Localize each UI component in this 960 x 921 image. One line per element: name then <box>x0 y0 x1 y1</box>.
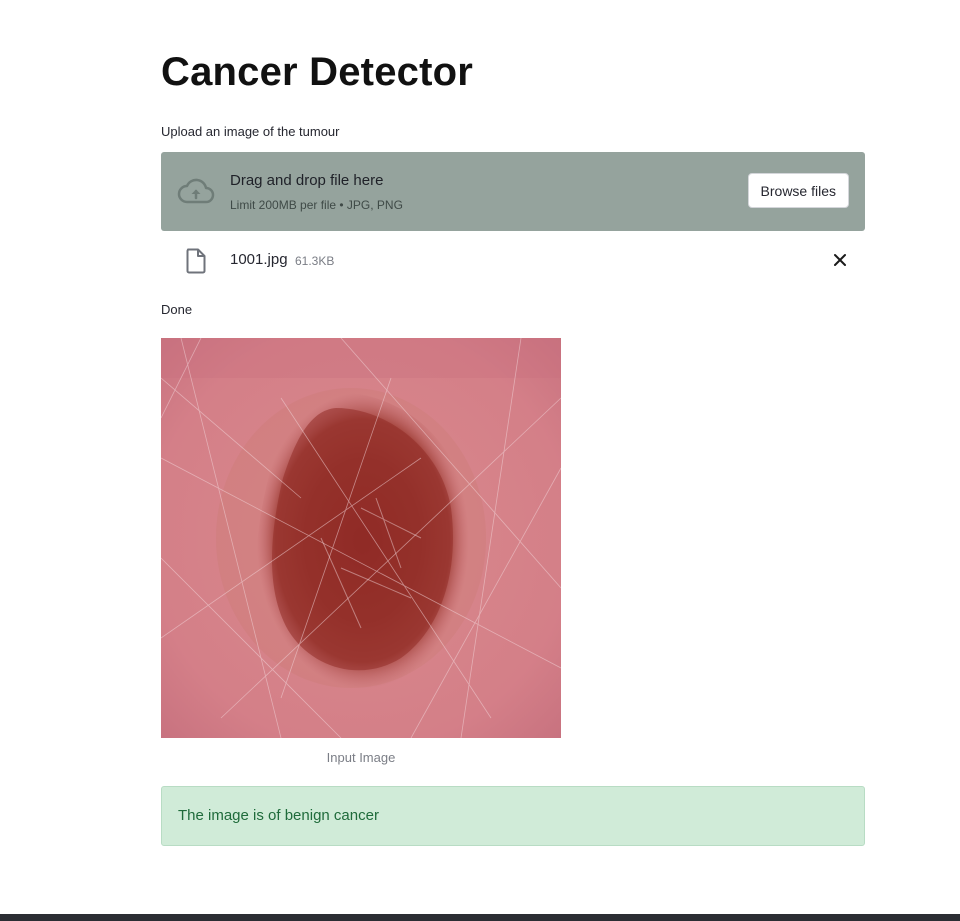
uploaded-file-size: 61.3KB <box>295 254 335 268</box>
cloud-upload-icon <box>177 176 215 206</box>
result-success-alert: The image is of benign cancer <box>161 786 865 846</box>
browse-files-button[interactable]: Browse files <box>747 173 849 208</box>
page-title: Cancer Detector <box>161 50 474 94</box>
bottom-edge-bar <box>0 914 960 921</box>
file-dropzone[interactable]: Drag and drop file here Limit 200MB per … <box>161 152 865 231</box>
uploaded-file-row: 1001.jpg 61.3KB <box>161 240 865 280</box>
app-page: Cancer Detector Upload an image of the t… <box>0 0 960 921</box>
uploaded-file-name: 1001.jpg <box>230 251 288 268</box>
close-icon <box>834 254 846 266</box>
dropzone-instruction: Drag and drop file here <box>230 172 384 189</box>
uploader-label: Upload an image of the tumour <box>161 124 340 139</box>
status-text: Done <box>161 302 193 317</box>
input-image <box>161 338 561 738</box>
remove-file-button[interactable] <box>829 249 851 271</box>
result-text: The image is of benign cancer <box>178 807 379 824</box>
image-caption: Input Image <box>326 750 396 765</box>
file-icon <box>185 248 207 274</box>
dropzone-limit-text: Limit 200MB per file • JPG, PNG <box>230 198 403 212</box>
